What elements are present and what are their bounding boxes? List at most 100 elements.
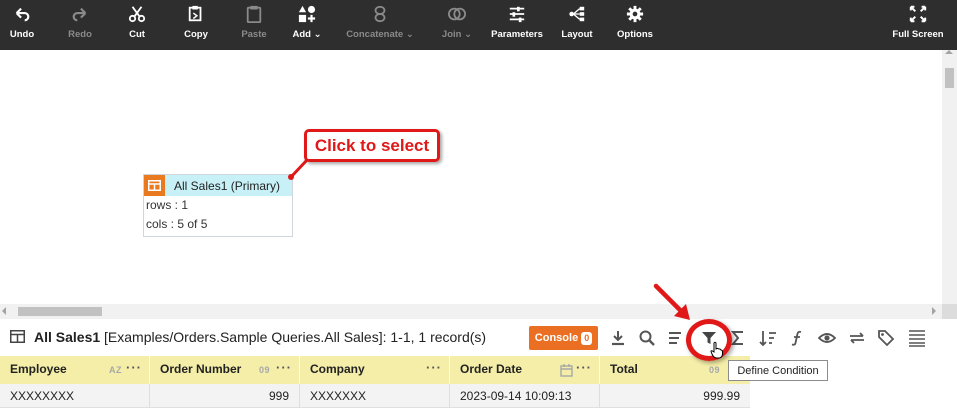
column-header-order-date[interactable]: Order Date ··· xyxy=(450,356,600,384)
undo-label: Undo xyxy=(9,29,35,40)
column-header-employee[interactable]: Employee AZ ··· xyxy=(0,356,150,384)
vertical-scroll-thumb[interactable] xyxy=(945,68,954,88)
column-name: Order Date xyxy=(460,362,523,376)
options-label: Options xyxy=(617,29,653,40)
panel-path: [Examples/Orders.Sample Queries.All Sale… xyxy=(104,329,487,345)
table-row[interactable]: XXXXXXXX 999 XXXXXXX 2023-09-14 10:09:13… xyxy=(0,384,750,408)
column-name: Total xyxy=(610,362,638,376)
cell-order-number: 999 xyxy=(150,384,300,408)
query-node-all-sales1[interactable]: All Sales1 (Primary) rows : 1 cols : 5 o… xyxy=(143,174,293,237)
concatenate-dropdown-button[interactable]: Concatenate ⌄ xyxy=(342,0,418,50)
add-dropdown-button[interactable]: Add ⌄ xyxy=(289,0,325,50)
download-icon xyxy=(612,331,624,346)
join-label: Join xyxy=(441,29,462,40)
callout-text: Click to select xyxy=(314,135,430,155)
column-name: Employee xyxy=(10,362,67,376)
scroll-left-icon[interactable] xyxy=(2,307,6,315)
scissors-icon xyxy=(128,6,146,23)
hand-cursor-icon xyxy=(710,341,723,359)
column-menu-icon[interactable]: ··· xyxy=(576,360,592,375)
define-condition-tooltip: Define Condition xyxy=(728,360,828,381)
diagram-canvas[interactable] xyxy=(0,50,942,304)
chevron-down-icon: ⌄ xyxy=(464,29,473,40)
copy-button[interactable]: Copy xyxy=(181,0,211,50)
paste-icon xyxy=(246,5,262,23)
full-screen-button[interactable]: Full Screen xyxy=(890,0,946,50)
cut-button[interactable]: Cut xyxy=(124,0,150,50)
sort-arrows-icon xyxy=(759,331,776,347)
copy-icon xyxy=(188,5,202,22)
paste-button[interactable]: Paste xyxy=(238,0,270,50)
parameters-button[interactable]: Parameters xyxy=(488,0,546,50)
cell-order-date: 2023-09-14 10:09:13 xyxy=(450,384,600,408)
panel-name: All Sales1 xyxy=(34,329,101,345)
console-button[interactable]: Console 0 xyxy=(529,326,598,350)
cell-total: 999.99 xyxy=(703,389,740,403)
sliders-icon xyxy=(509,6,525,23)
eye-icon xyxy=(818,333,836,343)
paste-label: Paste xyxy=(241,29,267,40)
type-tag: 09 xyxy=(259,365,271,375)
scroll-right-icon[interactable] xyxy=(932,307,936,315)
annotation-highlight-circle xyxy=(686,319,732,361)
sort-button[interactable] xyxy=(665,327,687,349)
console-label: Console xyxy=(534,332,579,344)
scroll-corner xyxy=(942,304,957,319)
table-icon xyxy=(144,175,165,196)
join-dropdown-button[interactable]: Join ⌄ xyxy=(435,0,479,50)
tooltip-text: Define Condition xyxy=(737,364,819,377)
expand-icon xyxy=(909,5,927,23)
search-button[interactable] xyxy=(636,327,658,349)
full-screen-label: Full Screen xyxy=(892,29,944,40)
column-menu-icon[interactable]: ··· xyxy=(426,360,442,375)
horizontal-scroll-thumb[interactable] xyxy=(18,307,102,316)
callout-annotation: Click to select xyxy=(304,129,440,162)
layout-label: Layout xyxy=(561,29,593,40)
node-header[interactable]: All Sales1 (Primary) xyxy=(144,175,292,196)
type-tag: 09 xyxy=(709,365,721,375)
layout-tree-icon xyxy=(569,6,585,22)
main-toolbar: Undo Redo Cut Copy Paste Add ⌄ Concatena… xyxy=(0,0,957,50)
add-label-wrap: Add ⌄ xyxy=(292,29,321,40)
annotation-arrow xyxy=(653,283,690,320)
chevron-down-icon: ⌄ xyxy=(405,29,414,40)
column-name: Company xyxy=(310,362,365,376)
formula-button[interactable] xyxy=(786,327,808,349)
columns-button[interactable] xyxy=(906,327,928,349)
gear-icon xyxy=(626,5,644,23)
sort-lines-icon xyxy=(669,332,681,344)
column-menu-icon[interactable]: ··· xyxy=(126,360,142,375)
column-header-order-number[interactable]: Order Number 09 ··· xyxy=(150,356,300,384)
cut-label: Cut xyxy=(129,29,145,40)
type-tag: AZ xyxy=(109,365,122,375)
column-menu-icon[interactable]: ··· xyxy=(276,360,292,375)
horizontal-scrollbar[interactable] xyxy=(0,304,942,319)
options-button[interactable]: Options xyxy=(615,0,655,50)
undo-button[interactable]: Undo xyxy=(7,0,37,50)
cell-employee: XXXXXXXX xyxy=(0,384,150,408)
tags-icon xyxy=(878,330,895,347)
column-header-company[interactable]: Company ··· xyxy=(300,356,450,384)
calendar-icon xyxy=(560,364,573,377)
vertical-scrollbar[interactable] xyxy=(942,50,957,304)
concatenate-label-wrap: Concatenate ⌄ xyxy=(346,29,414,40)
search-icon xyxy=(639,330,655,346)
visibility-button[interactable] xyxy=(816,327,838,349)
swap-icon xyxy=(850,332,864,344)
redo-icon xyxy=(72,7,87,22)
column-name: Order Number xyxy=(160,362,242,376)
tags-button[interactable] xyxy=(875,327,897,349)
concatenate-label: Concatenate xyxy=(346,29,404,40)
sort-columns-button[interactable] xyxy=(757,327,779,349)
function-icon xyxy=(791,330,802,346)
redo-button[interactable]: Redo xyxy=(63,0,97,50)
node-rows: rows : 1 xyxy=(146,198,189,212)
redo-label: Redo xyxy=(68,29,92,40)
concatenate-icon xyxy=(374,5,386,23)
swap-button[interactable] xyxy=(846,327,868,349)
download-button[interactable] xyxy=(607,327,629,349)
table-icon xyxy=(10,330,25,348)
layout-button[interactable]: Layout xyxy=(560,0,594,50)
scroll-up-icon[interactable] xyxy=(945,50,953,54)
panel-title: All Sales1 [Examples/Orders.Sample Queri… xyxy=(34,329,486,345)
